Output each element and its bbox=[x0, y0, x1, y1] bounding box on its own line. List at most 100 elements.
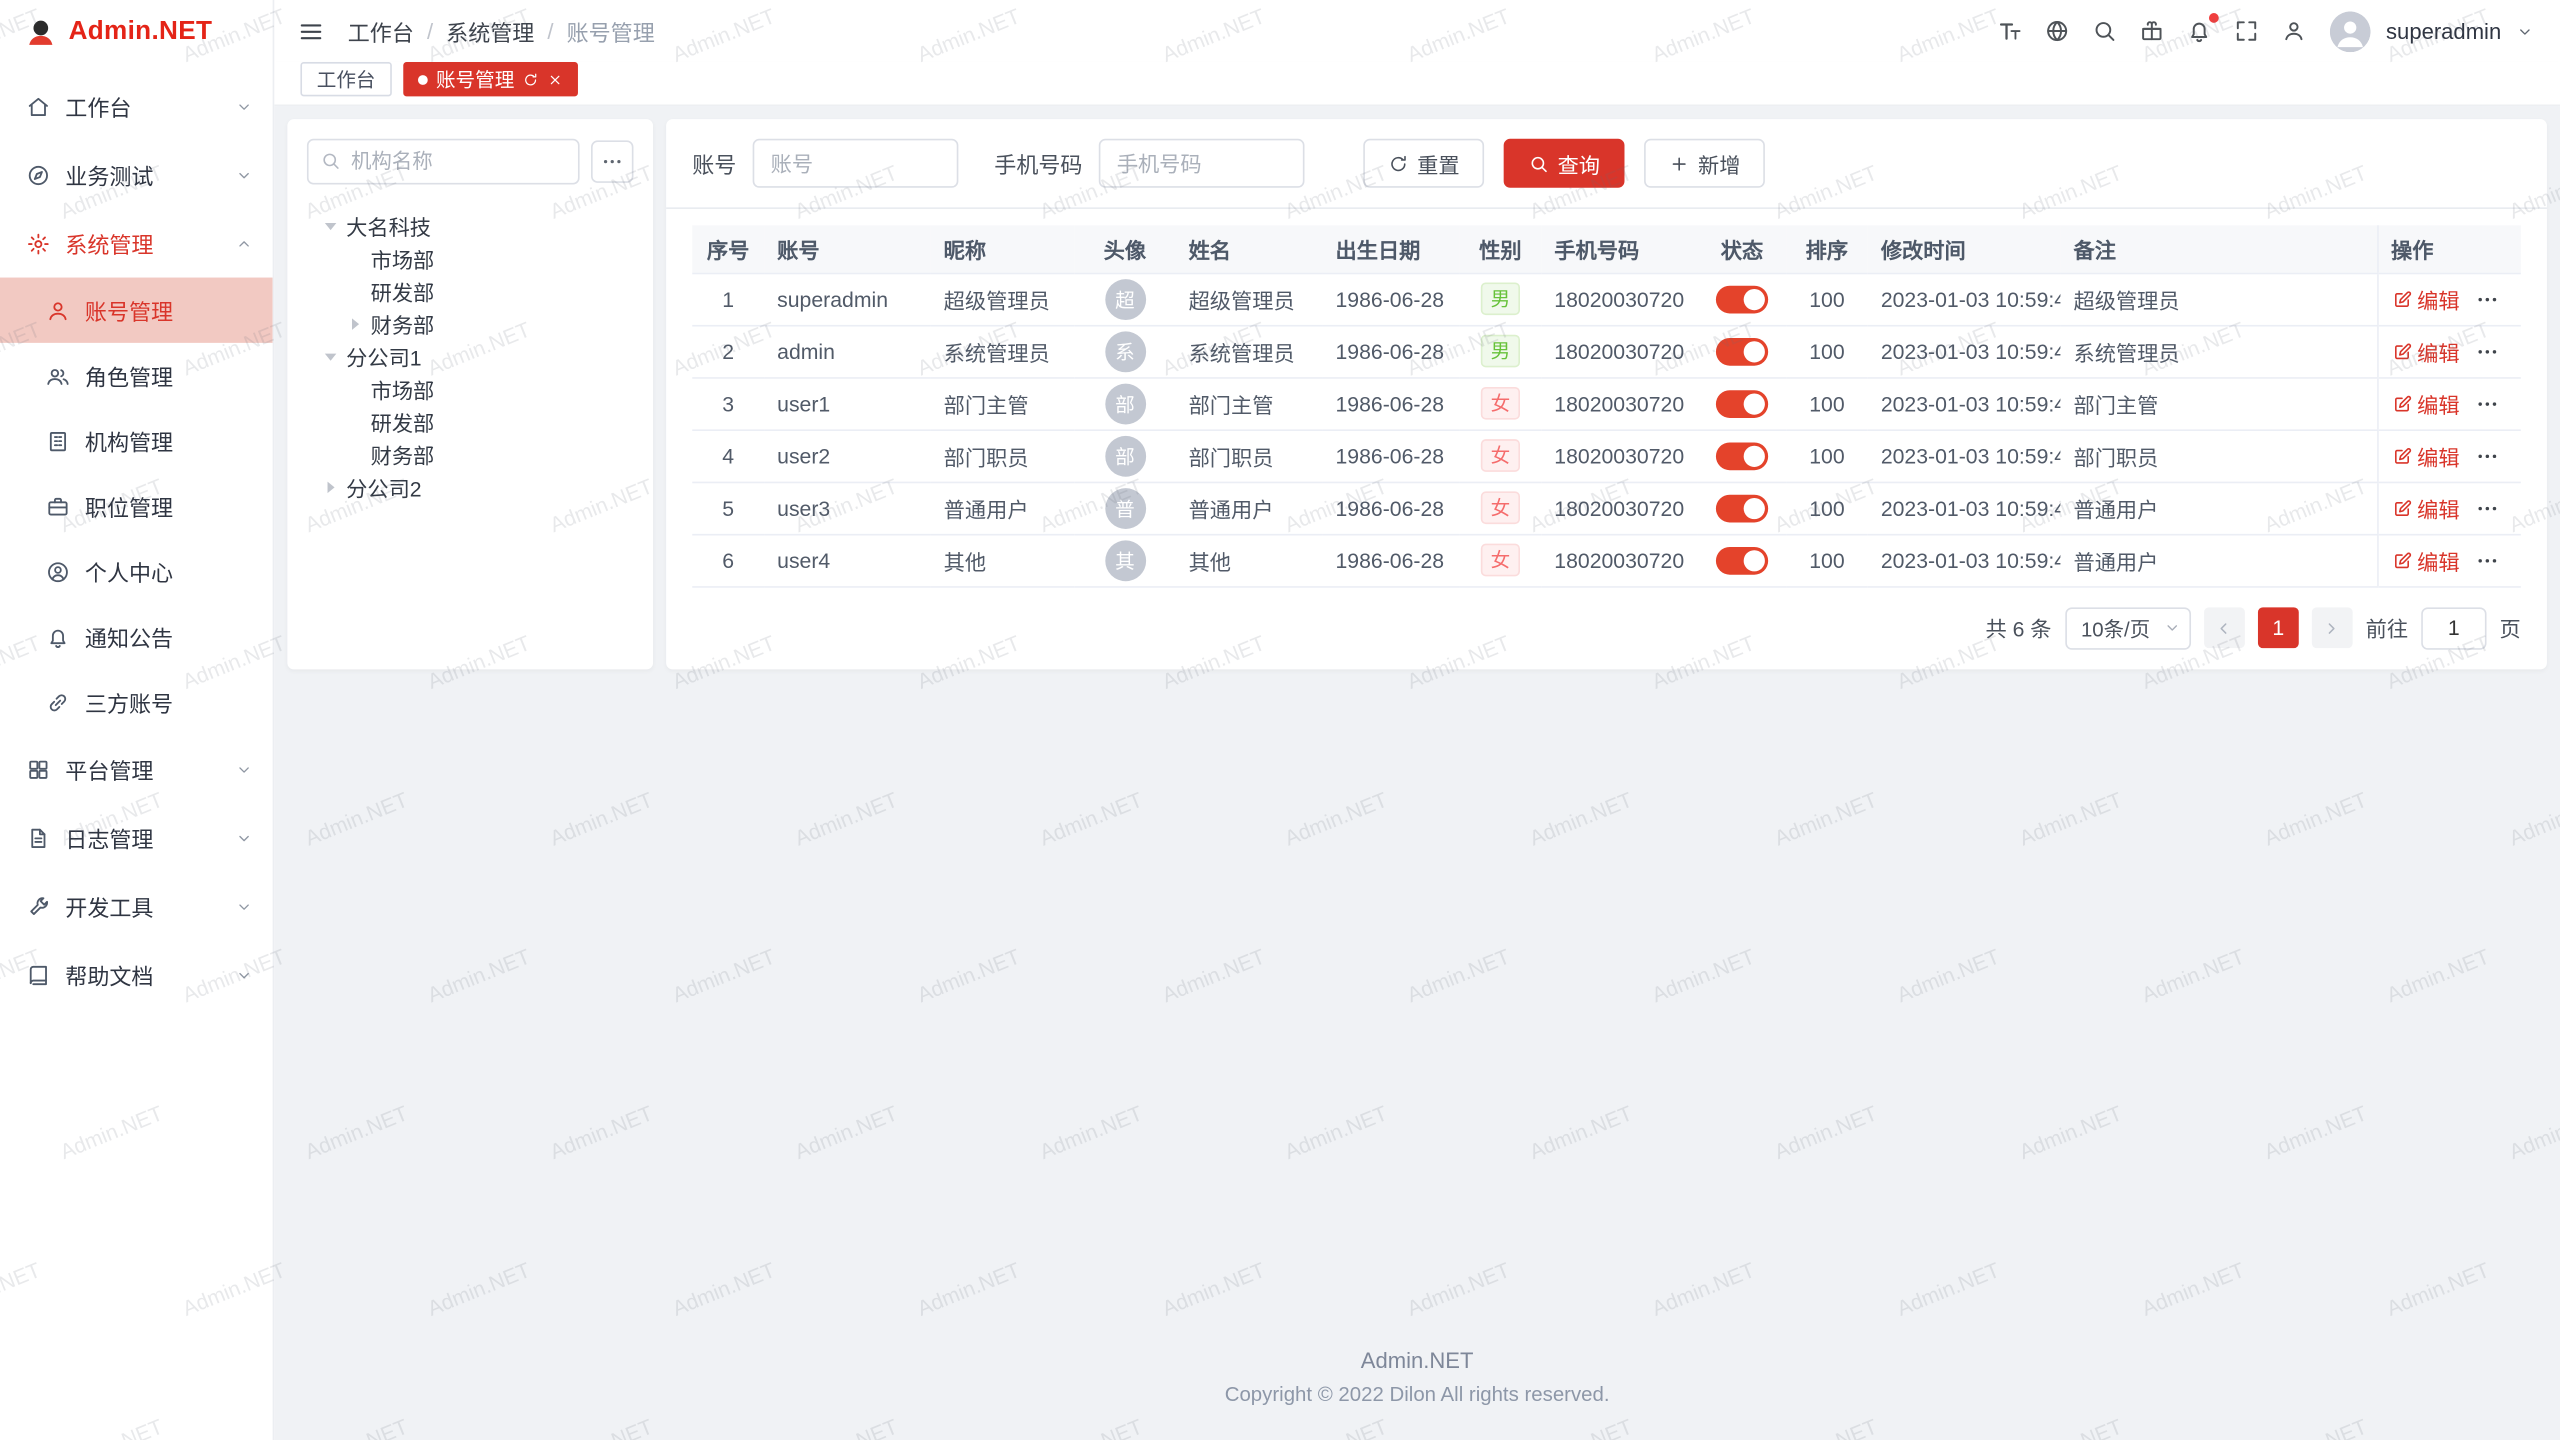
search-icon[interactable] bbox=[2092, 18, 2118, 44]
sidebar-item-label: 机构管理 bbox=[85, 424, 253, 457]
breadcrumb-item[interactable]: 工作台 bbox=[348, 15, 414, 48]
avatar: 超 bbox=[1104, 278, 1145, 319]
tab-account-mgmt[interactable]: 账号管理 bbox=[403, 62, 578, 96]
row-more-button[interactable] bbox=[2474, 443, 2498, 467]
add-button[interactable]: 新增 bbox=[1644, 139, 1765, 188]
sidebar-item-org-mgmt[interactable]: 机构管理 bbox=[0, 408, 273, 473]
sidebar-item-personal-center[interactable]: 个人中心 bbox=[0, 539, 273, 604]
sidebar-item-post-mgmt[interactable]: 职位管理 bbox=[0, 473, 273, 538]
row-more-button[interactable] bbox=[2474, 548, 2498, 572]
status-toggle[interactable] bbox=[1716, 546, 1768, 574]
font-size-icon[interactable] bbox=[1997, 18, 2023, 44]
fullscreen-icon[interactable] bbox=[2234, 18, 2260, 44]
tree-node[interactable]: 研发部 bbox=[307, 405, 634, 438]
sidebar-item-platform-mgmt[interactable]: 平台管理 bbox=[0, 735, 273, 804]
edit-icon bbox=[2391, 445, 2412, 466]
caret-down-icon[interactable] bbox=[320, 345, 341, 366]
status-toggle[interactable] bbox=[1716, 494, 1768, 522]
edit-button[interactable]: 编辑 bbox=[2391, 388, 2460, 419]
cell-name: 部门主管 bbox=[1176, 377, 1323, 429]
tree-node[interactable]: 研发部 bbox=[307, 274, 634, 307]
row-more-button[interactable] bbox=[2474, 391, 2498, 415]
next-page-button[interactable] bbox=[2312, 607, 2353, 648]
grid-icon bbox=[26, 757, 50, 781]
sidebar-item-third-account[interactable]: 三方账号 bbox=[0, 669, 273, 734]
column-header-remark: 备注 bbox=[2060, 225, 2377, 272]
tree-node[interactable]: 市场部 bbox=[307, 372, 634, 405]
tree-node[interactable]: 财务部 bbox=[307, 438, 634, 471]
cell-gender: 男 bbox=[1460, 273, 1542, 325]
breadcrumb-item[interactable]: 系统管理 bbox=[446, 15, 534, 48]
sidebar-item-account-mgmt[interactable]: 账号管理 bbox=[0, 278, 273, 343]
row-more-button[interactable] bbox=[2474, 339, 2498, 363]
row-more-button[interactable] bbox=[2474, 287, 2498, 311]
username[interactable]: superadmin bbox=[2386, 19, 2501, 43]
edit-button[interactable]: 编辑 bbox=[2391, 336, 2460, 367]
cell-account: user4 bbox=[764, 534, 931, 586]
edit-button[interactable]: 编辑 bbox=[2391, 283, 2460, 314]
caret-right-icon[interactable] bbox=[344, 313, 365, 334]
tab-refresh-icon[interactable] bbox=[522, 71, 538, 87]
sidebar-item-business-test[interactable]: 业务测试 bbox=[0, 140, 273, 209]
edit-button[interactable]: 编辑 bbox=[2391, 440, 2460, 471]
goto-page-input[interactable] bbox=[2421, 607, 2486, 649]
status-toggle[interactable] bbox=[1716, 285, 1768, 313]
prev-page-button[interactable] bbox=[2204, 607, 2245, 648]
account-filter-group: 账号 bbox=[692, 139, 958, 188]
status-toggle[interactable] bbox=[1716, 389, 1768, 417]
active-tab-dot bbox=[418, 74, 428, 84]
caret-down-icon[interactable] bbox=[320, 215, 341, 236]
menu-collapse-icon[interactable] bbox=[297, 17, 325, 45]
row-actions: 编辑 bbox=[2391, 544, 2499, 575]
org-search-input[interactable] bbox=[307, 139, 580, 185]
tab-close-icon[interactable] bbox=[547, 71, 563, 87]
chevron-down-icon[interactable] bbox=[2516, 22, 2534, 40]
cell-avatar: 其 bbox=[1074, 534, 1175, 586]
account-filter-input[interactable] bbox=[753, 139, 959, 188]
page-size-select[interactable]: 10条/页 bbox=[2065, 607, 2191, 649]
sidebar-item-system-mgmt[interactable]: 系统管理 bbox=[0, 209, 273, 278]
status-toggle[interactable] bbox=[1716, 442, 1768, 470]
bell-icon[interactable] bbox=[2187, 18, 2213, 44]
row-more-button[interactable] bbox=[2474, 496, 2498, 520]
org-more-button[interactable] bbox=[591, 140, 633, 182]
user-avatar[interactable] bbox=[2331, 11, 2372, 52]
cell-avatar: 系 bbox=[1074, 325, 1175, 377]
sidebar-item-label: 帮助文档 bbox=[65, 958, 220, 991]
person-icon[interactable] bbox=[2282, 18, 2308, 44]
cell-modified: 2023-01-03 10:59:44 bbox=[1868, 377, 2061, 429]
tree-node[interactable]: 大名科技 bbox=[307, 209, 634, 242]
status-toggle[interactable] bbox=[1716, 337, 1768, 365]
caret-right-icon[interactable] bbox=[320, 476, 341, 497]
current-page[interactable]: 1 bbox=[2258, 607, 2299, 648]
sidebar-item-workbench[interactable]: 工作台 bbox=[0, 72, 273, 141]
row-actions: 编辑 bbox=[2391, 440, 2499, 471]
cell-avatar: 超 bbox=[1074, 273, 1175, 325]
bell-icon bbox=[46, 624, 70, 648]
app-logo[interactable]: Admin.NET bbox=[0, 0, 273, 65]
cell-name: 部门职员 bbox=[1176, 429, 1323, 481]
tab-workbench[interactable]: 工作台 bbox=[300, 62, 391, 96]
cell-remark: 部门主管 bbox=[2060, 377, 2377, 429]
cell-order: 100 bbox=[1786, 482, 1868, 534]
tree-node[interactable]: 分公司1 bbox=[307, 340, 634, 373]
sidebar-item-label: 业务测试 bbox=[65, 158, 220, 191]
edit-button[interactable]: 编辑 bbox=[2391, 544, 2460, 575]
phone-filter-input[interactable] bbox=[1099, 139, 1305, 188]
sidebar-item-role-mgmt[interactable]: 角色管理 bbox=[0, 343, 273, 408]
sidebar-item-dev-tools[interactable]: 开发工具 bbox=[0, 872, 273, 941]
gift-icon[interactable] bbox=[2140, 18, 2166, 44]
sidebar-item-notice[interactable]: 通知公告 bbox=[0, 604, 273, 669]
globe-icon[interactable] bbox=[2045, 18, 2071, 44]
sidebar-item-log-mgmt[interactable]: 日志管理 bbox=[0, 803, 273, 872]
tree-node-label: 分公司2 bbox=[346, 471, 421, 502]
reset-button[interactable]: 重置 bbox=[1363, 139, 1484, 188]
edit-button[interactable]: 编辑 bbox=[2391, 492, 2460, 523]
tree-node[interactable]: 市场部 bbox=[307, 242, 634, 275]
query-button[interactable]: 查询 bbox=[1504, 139, 1625, 188]
sidebar-item-help-docs[interactable]: 帮助文档 bbox=[0, 940, 273, 1009]
cell-nickname: 部门职员 bbox=[931, 429, 1075, 481]
tree-node[interactable]: 分公司2 bbox=[307, 470, 634, 503]
tree-node[interactable]: 财务部 bbox=[307, 307, 634, 340]
breadcrumb-item[interactable]: 账号管理 bbox=[567, 15, 655, 48]
